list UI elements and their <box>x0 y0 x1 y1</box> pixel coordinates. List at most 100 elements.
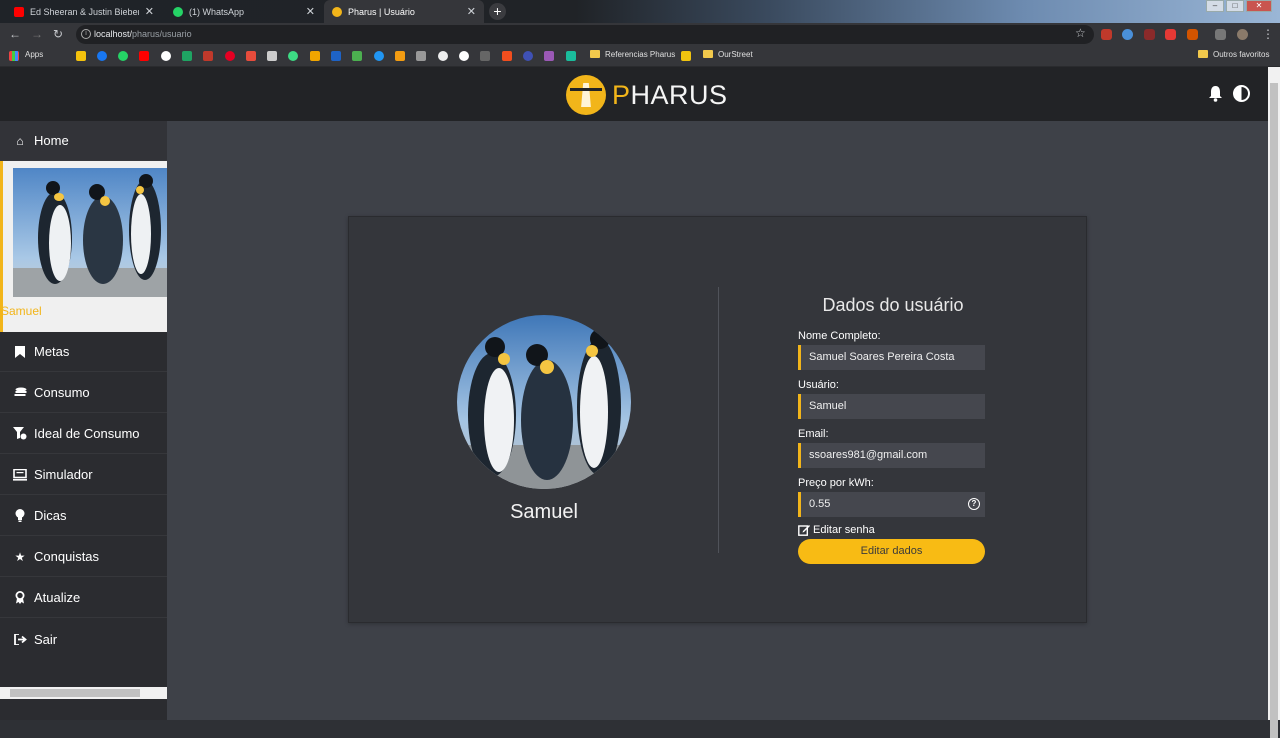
full-name-field[interactable]: Samuel Soares Pereira Costa <box>798 345 985 370</box>
folder-icon <box>703 50 713 58</box>
media-icon[interactable] <box>1215 29 1226 40</box>
pinterest-icon[interactable] <box>225 51 235 61</box>
url-host: localhost/ <box>94 29 133 39</box>
sidebar-item-conquistas[interactable]: ★ Conquistas <box>0 537 167 577</box>
price-kwh-field[interactable]: 0.55 ? <box>798 492 985 517</box>
scrollbar-thumb[interactable] <box>1270 83 1278 738</box>
youtube-icon[interactable] <box>139 51 149 61</box>
home-icon: ⌂ <box>16 133 24 148</box>
play-icon[interactable] <box>459 51 469 61</box>
username-label: Usuário: <box>798 379 839 391</box>
bookmark-ourstreet[interactable]: OurStreet <box>703 50 753 59</box>
edit-password-link[interactable]: Editar senha <box>798 524 988 536</box>
user-data-form: Dados do usuário Nome Completo: Samuel S… <box>798 295 988 564</box>
minimize-button[interactable]: – <box>1206 0 1224 12</box>
page-vertical-scrollbar[interactable] <box>1268 67 1280 738</box>
bookmark-apps[interactable]: Apps <box>25 50 43 59</box>
sidebar-item-consumo[interactable]: Consumo <box>0 373 167 413</box>
menu-icon[interactable]: ⋮ <box>1262 27 1274 41</box>
android-icon[interactable] <box>288 51 298 61</box>
bookmark-icon[interactable] <box>246 51 256 61</box>
sidebar-item-ideal-de-consumo[interactable]: Ideal de Consumo <box>0 414 167 454</box>
edit-data-button[interactable]: Editar dados <box>798 539 985 564</box>
bookmark-outros-favoritos[interactable]: Outros favoritos <box>1198 50 1269 59</box>
bookmark-icon[interactable] <box>352 51 362 61</box>
close-icon[interactable]: ✕ <box>145 5 154 18</box>
sidebar-item-label: Conquistas <box>34 549 100 564</box>
translate-extension-icon[interactable] <box>1122 29 1133 40</box>
bookmark-icon[interactable] <box>480 51 490 61</box>
bookmark-icon[interactable] <box>203 51 213 61</box>
username-field[interactable]: Samuel <box>798 394 985 419</box>
card-divider <box>718 287 719 553</box>
sidebar-item-metas[interactable]: Metas <box>0 332 167 372</box>
pharus-logo[interactable]: PHARUS <box>566 75 728 115</box>
sign-out-icon <box>13 632 27 646</box>
sidebar-item-label: Consumo <box>34 385 90 400</box>
bookmark-icon[interactable] <box>566 51 576 61</box>
google-icon[interactable] <box>161 51 171 61</box>
bookmark-icon[interactable] <box>76 51 86 61</box>
close-icon[interactable]: ✕ <box>306 5 315 18</box>
user-card: Samuel Dados do usuário Nome Completo: S… <box>348 216 1087 623</box>
sidebar-item-atualize[interactable]: Atualize <box>0 578 167 618</box>
bookmark-star-icon[interactable]: ☆ <box>1075 26 1086 40</box>
reload-icon[interactable]: ↻ <box>53 27 63 41</box>
question-circle-icon[interactable]: ? <box>968 498 980 510</box>
filter-dollar-icon <box>13 427 27 441</box>
url-field[interactable]: i localhost/pharus/usuario <box>76 25 1094 44</box>
bookmark-referencias[interactable]: Referencias Pharus <box>590 50 675 59</box>
folder-icon <box>590 50 600 58</box>
figma-icon[interactable] <box>502 51 512 61</box>
sidebar-item-label: Home <box>34 133 69 148</box>
tab-whatsapp[interactable]: (1) WhatsApp ✕ <box>165 0 323 23</box>
bookmark-icon[interactable] <box>681 51 691 61</box>
contrast-toggle-icon[interactable] <box>1233 85 1250 102</box>
sidebar-horizontal-scrollbar[interactable] <box>0 687 167 699</box>
avatar-icon[interactable] <box>1237 29 1248 40</box>
sidebar-item-label: Sair <box>34 631 58 647</box>
main-content: Samuel Dados do usuário Nome Completo: S… <box>167 121 1268 720</box>
youtube-extension-icon[interactable] <box>1165 29 1176 40</box>
forward-icon[interactable]: → <box>31 27 43 41</box>
close-window-button[interactable]: ✕ <box>1246 0 1272 12</box>
price-label: Preço por kWh: <box>798 477 874 489</box>
r-icon[interactable] <box>267 51 277 61</box>
new-tab-button[interactable]: + <box>489 3 506 20</box>
whatsapp-icon[interactable] <box>118 51 128 61</box>
close-icon[interactable]: ✕ <box>467 5 476 18</box>
sidebar-item-sair[interactable]: Sair <box>0 619 167 659</box>
bookmark-icon[interactable] <box>395 51 405 61</box>
sidebar-item-label: Atualize <box>34 590 81 605</box>
github-icon[interactable] <box>438 51 448 61</box>
bookmark-icon[interactable] <box>310 51 320 61</box>
extension-icon[interactable] <box>1187 29 1198 40</box>
apps-icon <box>9 51 19 61</box>
tab-pharus[interactable]: Pharus | Usuário ✕ <box>324 0 484 23</box>
bookmark-icon[interactable] <box>544 51 554 61</box>
sidebar-profile[interactable]: Samuel <box>0 161 167 332</box>
adblock-extension-icon[interactable] <box>1101 29 1112 40</box>
scrollbar-thumb[interactable] <box>10 689 140 697</box>
app-header: PHARUS <box>0 67 1268 121</box>
bookmark-icon[interactable] <box>374 51 384 61</box>
bookmark-icon[interactable] <box>416 51 426 61</box>
bookmark-icon[interactable] <box>523 51 533 61</box>
bookmark-icon[interactable] <box>331 51 341 61</box>
maximize-button[interactable]: □ <box>1226 0 1244 12</box>
back-icon[interactable]: ← <box>9 27 21 41</box>
tab-title: Ed Sheeran & Justin Bieber - I Do <box>30 6 139 17</box>
full-name-label: Nome Completo: <box>798 330 881 342</box>
bell-icon[interactable] <box>1208 85 1223 102</box>
sidebar-item-home[interactable]: ⌂ Home <box>0 121 167 161</box>
sidebar-item-simulador[interactable]: Simulador <box>0 455 167 495</box>
drive-icon[interactable] <box>182 51 192 61</box>
facebook-icon[interactable] <box>97 51 107 61</box>
email-field[interactable]: ssoares981@gmail.com <box>798 443 985 468</box>
sidebar-item-label: Dicas <box>34 508 67 523</box>
email-label: Email: <box>798 428 829 440</box>
tab-youtube[interactable]: Ed Sheeran & Justin Bieber - I Do ✕ <box>6 0 162 23</box>
pdf-extension-icon[interactable] <box>1144 29 1155 40</box>
info-icon[interactable]: i <box>81 29 91 39</box>
sidebar-item-dicas[interactable]: Dicas <box>0 496 167 536</box>
